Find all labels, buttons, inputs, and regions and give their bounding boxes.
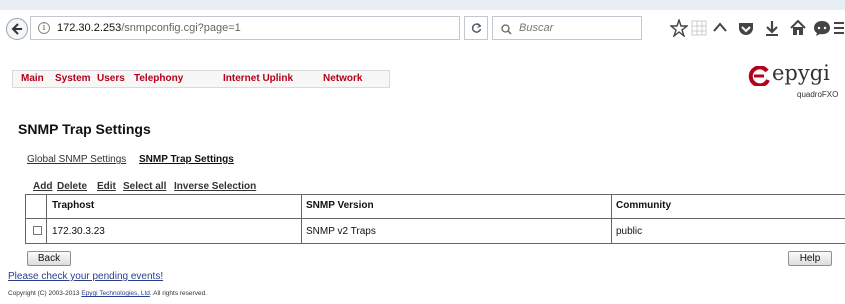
bookmark-star-icon[interactable] bbox=[670, 19, 688, 37]
back-arrow-icon[interactable] bbox=[6, 18, 28, 40]
pending-events-link[interactable]: Please check your pending events! bbox=[8, 271, 163, 282]
epygi-logo-icon bbox=[748, 65, 770, 91]
copyright-suffix: . All rights reserved. bbox=[149, 290, 207, 297]
url-text[interactable]: 172.30.2.253/snmpconfig.cgi?page=1 bbox=[57, 22, 241, 34]
device-model: quadroFXO bbox=[797, 90, 839, 99]
nav-item-system[interactable]: System bbox=[55, 73, 91, 84]
reload-icon[interactable] bbox=[464, 16, 488, 40]
pocket-icon[interactable] bbox=[737, 19, 755, 37]
row-checkbox[interactable] bbox=[33, 226, 42, 235]
table-col-divider bbox=[25, 194, 26, 244]
info-icon[interactable]: i bbox=[38, 22, 50, 34]
nav-item-telephony[interactable]: Telephony bbox=[134, 73, 183, 84]
link-snmp-trap-settings[interactable]: SNMP Trap Settings bbox=[139, 154, 234, 165]
table-border-bottom bbox=[25, 243, 845, 244]
table-col-divider bbox=[46, 194, 47, 244]
nav-item-users[interactable]: Users bbox=[97, 73, 125, 84]
download-icon[interactable] bbox=[763, 19, 781, 37]
copyright-prefix: Copyright (C) 2003-2013 bbox=[8, 290, 82, 297]
back-button[interactable]: Back bbox=[27, 251, 71, 266]
nav-item-internet-uplink[interactable]: Internet Uplink bbox=[223, 73, 293, 84]
add-link[interactable]: Add bbox=[33, 181, 52, 192]
column-header-community: Community bbox=[616, 200, 671, 211]
table-col-divider bbox=[611, 194, 612, 244]
cell-community: public bbox=[616, 226, 643, 237]
search-icon bbox=[501, 22, 512, 40]
chat-icon[interactable] bbox=[813, 19, 831, 37]
table-col-divider bbox=[301, 194, 302, 244]
search-placeholder: Buscar bbox=[519, 22, 554, 34]
main-nav: Main System Users Telephony Internet Upl… bbox=[12, 70, 390, 88]
tab-strip bbox=[0, 0, 845, 10]
search-input[interactable]: Buscar bbox=[492, 16, 642, 40]
copyright-text: Copyright (C) 2003-2013 Epygi Technologi… bbox=[8, 290, 207, 297]
url-path: /snmpconfig.cgi?page=1 bbox=[121, 22, 241, 34]
column-header-snmp-version: SNMP Version bbox=[306, 200, 374, 211]
nav-item-network[interactable]: Network bbox=[323, 73, 362, 84]
browser-toolbar: i 172.30.2.253/snmpconfig.cgi?page=1 Bus… bbox=[0, 0, 845, 60]
help-button[interactable]: Help bbox=[788, 251, 832, 266]
menu-icon[interactable] bbox=[833, 19, 845, 37]
table-border-top bbox=[25, 194, 845, 195]
url-host: 172.30.2.253 bbox=[57, 22, 122, 34]
trap-table bbox=[25, 194, 845, 244]
delete-link[interactable]: Delete bbox=[57, 181, 87, 192]
company-link[interactable]: Epygi Technologies, Ltd bbox=[81, 290, 150, 297]
select-all-link[interactable]: Select all bbox=[123, 181, 166, 192]
address-bar[interactable]: i 172.30.2.253/snmpconfig.cgi?page=1 bbox=[30, 16, 460, 40]
grid-icon[interactable] bbox=[690, 19, 708, 37]
nav-item-main[interactable]: Main bbox=[21, 73, 44, 84]
cell-snmp-version: SNMP v2 Traps bbox=[306, 226, 376, 237]
cell-traphost: 172.30.3.23 bbox=[52, 226, 105, 237]
edit-link[interactable]: Edit bbox=[97, 181, 116, 192]
link-global-snmp-settings[interactable]: Global SNMP Settings bbox=[27, 154, 126, 165]
logo-text: epygi bbox=[772, 61, 830, 85]
table-header-divider bbox=[25, 218, 845, 219]
column-header-traphost: Traphost bbox=[52, 200, 95, 211]
chevron-up-icon[interactable] bbox=[711, 19, 729, 37]
page-title: SNMP Trap Settings bbox=[18, 121, 151, 137]
inverse-selection-link[interactable]: Inverse Selection bbox=[174, 181, 256, 192]
home-icon[interactable] bbox=[789, 19, 807, 37]
